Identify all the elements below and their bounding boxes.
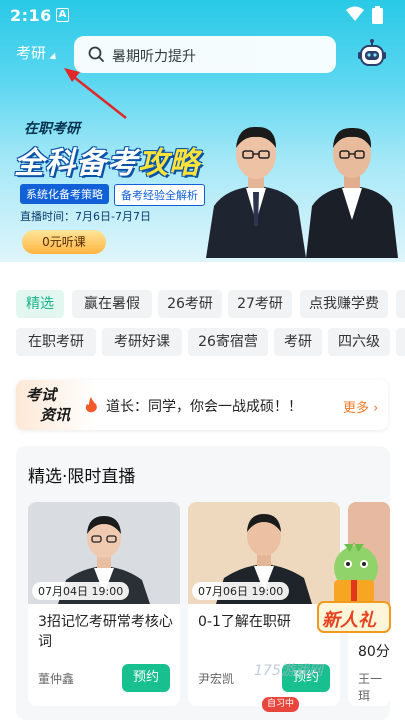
live-section-title: 精选·限时直播 (28, 467, 136, 487)
banner-title: 全科备考攻略 (14, 146, 200, 181)
live-title: 80分 (358, 644, 390, 660)
search-icon (88, 46, 104, 62)
news-more-link[interactable]: 更多 › (343, 397, 378, 416)
teacher-photo-left (206, 126, 306, 258)
reserve-button[interactable]: 预约 (122, 664, 170, 692)
tag-good-courses[interactable]: 考研好课 (102, 328, 182, 356)
banner-tag: 在职考研 (24, 121, 80, 137)
banner-chip-strategy: 系统化备考策略 (20, 184, 109, 204)
free-listen-button[interactable]: 0元听课 (22, 230, 106, 254)
live-time: 07月06日 19:00 (192, 582, 290, 600)
hero-background: 2:16 A 考研 暑期听力提升 在职考研 全科备考攻略 系统化备考策略 备考经… (0, 0, 405, 262)
tag-27-kaoyan[interactable]: 27考研 (228, 290, 292, 318)
carousel-indicator (336, 254, 381, 262)
live-title: 3招记忆考研常考核心词 (38, 614, 173, 650)
teacher-name: 王一珥 (358, 672, 383, 703)
new-user-gift-floating[interactable]: 新人礼 (314, 540, 394, 640)
tag-cet[interactable]: 四六级 (328, 328, 390, 356)
news-headline: 道长：同学，你会一战成硕！！ (106, 399, 302, 415)
notification-icon: A (56, 8, 69, 22)
exam-selector[interactable]: 考研 (16, 42, 46, 63)
live-card[interactable]: 07月04日 19:00 3招记忆考研常考核心词 董仲鑫 预约 (28, 502, 180, 706)
battery-icon (372, 6, 383, 24)
live-title: 0-1了解在职研 (198, 614, 291, 630)
teacher-photo-right (306, 127, 398, 258)
tag-onjob[interactable]: 在职考研 (16, 328, 96, 356)
watermark: 175游戏网 (254, 663, 323, 679)
banner-date: 直播时间：7月6日-7月7日 (20, 210, 151, 223)
tag-featured[interactable]: 精选 (16, 290, 64, 318)
robot-assistant-icon[interactable] (356, 38, 388, 70)
tag-boarding-camp[interactable]: 26寄宿营 (188, 328, 268, 356)
study-status-chip[interactable]: 自习中 (262, 697, 300, 712)
exam-news-bar[interactable]: 考试 资讯 道长：同学，你会一战成硕！！ 更多 › (16, 380, 388, 430)
tag-summer[interactable]: 赢在暑假 (72, 290, 152, 318)
promo-banner[interactable]: 在职考研 全科备考攻略 系统化备考策略 备考经验全解析 直播时间：7月6日-7月… (0, 82, 405, 260)
banner-chip-experience: 备考经验全解析 (114, 184, 205, 206)
fire-icon (85, 397, 97, 413)
tag-overflow-2[interactable] (396, 328, 405, 356)
tag-overflow-1[interactable] (396, 290, 405, 318)
wifi-icon (346, 6, 364, 21)
live-time: 07月04日 19:00 (32, 582, 130, 600)
teacher-name: 尹宏凯 (198, 672, 235, 686)
status-bar: 2:16 A (0, 0, 405, 30)
status-time: 2:16 (10, 6, 52, 25)
tag-kaoyan[interactable]: 考研 (274, 328, 322, 356)
tag-earn-tuition[interactable]: 点我赚学费 (300, 290, 388, 318)
tag-26-kaoyan[interactable]: 26考研 (158, 290, 222, 318)
teacher-name: 董仲鑫 (38, 672, 75, 686)
caret-icon[interactable] (49, 52, 59, 63)
gift-label: 新人礼 (322, 610, 376, 631)
